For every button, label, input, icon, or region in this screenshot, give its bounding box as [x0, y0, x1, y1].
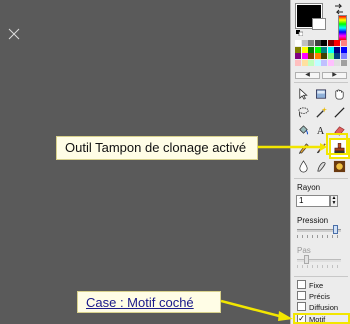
checkbox-diffusion[interactable] — [297, 302, 306, 311]
pas-label: Pas — [297, 246, 311, 255]
tool-lasso-button[interactable] — [295, 104, 312, 121]
tool-rect-select-button[interactable] — [313, 86, 330, 103]
swap-colors-icon[interactable] — [333, 3, 345, 15]
palette-swatch[interactable] — [334, 40, 340, 46]
hand-icon — [335, 89, 344, 100]
drop-icon — [299, 160, 308, 173]
tool-fill-bucket-button[interactable] — [295, 122, 312, 139]
checkbox-label: Diffusion — [309, 302, 339, 312]
tool-drop-button[interactable] — [295, 158, 312, 175]
reset-colors-icon[interactable] — [296, 30, 303, 36]
tool-line-button[interactable] — [331, 104, 348, 121]
palette-swatch[interactable] — [295, 53, 301, 59]
rect-select-icon — [316, 89, 327, 99]
palette-swatch[interactable] — [340, 40, 347, 46]
palette-swatch[interactable] — [327, 59, 334, 66]
color-palette[interactable] — [295, 40, 347, 66]
palette-swatch[interactable] — [301, 40, 308, 46]
lasso-icon — [298, 107, 309, 118]
pas-slider-thumb[interactable] — [304, 255, 310, 264]
palette-swatch[interactable] — [308, 59, 314, 66]
palette-swatch[interactable] — [334, 59, 340, 66]
pression-label: Pression — [297, 216, 329, 225]
palette-swatch[interactable] — [340, 46, 347, 53]
rayon-spinner[interactable]: ▲ ▼ — [330, 195, 338, 207]
palette-swatch[interactable] — [308, 46, 314, 53]
tool-hand-button[interactable] — [331, 86, 348, 103]
divider — [294, 82, 348, 83]
palette-swatch[interactable] — [340, 59, 347, 66]
palette-swatch[interactable] — [301, 46, 308, 53]
palette-swatch[interactable] — [314, 46, 321, 53]
callout-motif-checkbox: Case : Motif coché — [77, 291, 221, 313]
color-spectrum[interactable] — [338, 15, 347, 41]
pression-slider-ticks — [297, 235, 341, 238]
drawing-canvas[interactable] — [0, 0, 290, 324]
checkbox-fixe[interactable] — [297, 280, 306, 289]
checkbox-label: Précis — [309, 291, 330, 301]
palette-swatch[interactable] — [327, 40, 334, 46]
tool-panel: ◀ ▶ A Rayon 1 ▲ ▼ Pression Pas Fixe Précis… — [290, 0, 350, 324]
palette-swatch[interactable] — [321, 59, 327, 66]
recolor-icon — [333, 160, 346, 173]
palette-swatch[interactable] — [301, 53, 308, 59]
rayon-label: Rayon — [297, 183, 321, 192]
line-icon — [334, 107, 345, 118]
motif-checkbox-highlight — [293, 313, 350, 324]
rayon-input[interactable]: 1 — [296, 195, 330, 207]
palette-swatch[interactable] — [321, 53, 327, 59]
palette-swatch[interactable] — [334, 53, 340, 59]
divider — [294, 178, 348, 179]
tool-magic-wand-button[interactable] — [313, 104, 330, 121]
fill-bucket-icon — [299, 125, 309, 135]
select-arrow-icon — [299, 88, 308, 100]
secondary-color-swatch[interactable] — [312, 18, 326, 30]
palette-swatch[interactable] — [334, 46, 340, 53]
callout-clone-stamp: Outil Tampon de clonage activé — [56, 136, 258, 160]
tool-select-arrow-button[interactable] — [295, 86, 312, 103]
palette-swatch[interactable] — [321, 46, 327, 53]
checkbox-prcis[interactable] — [297, 291, 306, 300]
callout-arrow-icon — [221, 299, 293, 321]
active-tool-highlight — [326, 133, 348, 155]
palette-swatch[interactable] — [301, 59, 308, 66]
palette-swatch[interactable] — [314, 53, 321, 59]
palette-swatch[interactable] — [308, 40, 314, 46]
palette-swatch[interactable] — [295, 59, 301, 66]
palette-swatch[interactable] — [327, 46, 334, 53]
svg-text:A: A — [317, 126, 325, 137]
palette-swatch[interactable] — [314, 59, 321, 66]
checkbox-label: Fixe — [309, 280, 324, 290]
palette-swatch[interactable] — [314, 40, 321, 46]
tools-grid: A — [295, 86, 350, 175]
palette-swatch[interactable] — [340, 53, 347, 59]
divider — [294, 276, 348, 277]
tool-recolor-button[interactable] — [331, 158, 348, 175]
callout-arrow-icon — [258, 143, 327, 151]
magic-wand-icon — [316, 106, 328, 118]
palette-swatch[interactable] — [327, 53, 334, 59]
palette-swatch[interactable] — [295, 40, 301, 46]
palette-next-button[interactable]: ▶ — [322, 72, 347, 79]
smudge-icon — [317, 162, 326, 172]
tool-smudge-button[interactable] — [313, 158, 330, 175]
palette-swatch[interactable] — [295, 46, 301, 53]
palette-prev-button[interactable]: ◀ — [295, 72, 320, 79]
pression-slider-thumb[interactable] — [332, 225, 338, 234]
crosshair-cursor-icon — [8, 28, 20, 40]
palette-swatch[interactable] — [321, 40, 327, 46]
palette-swatch[interactable] — [308, 53, 314, 59]
pas-slider-ticks — [297, 265, 341, 268]
